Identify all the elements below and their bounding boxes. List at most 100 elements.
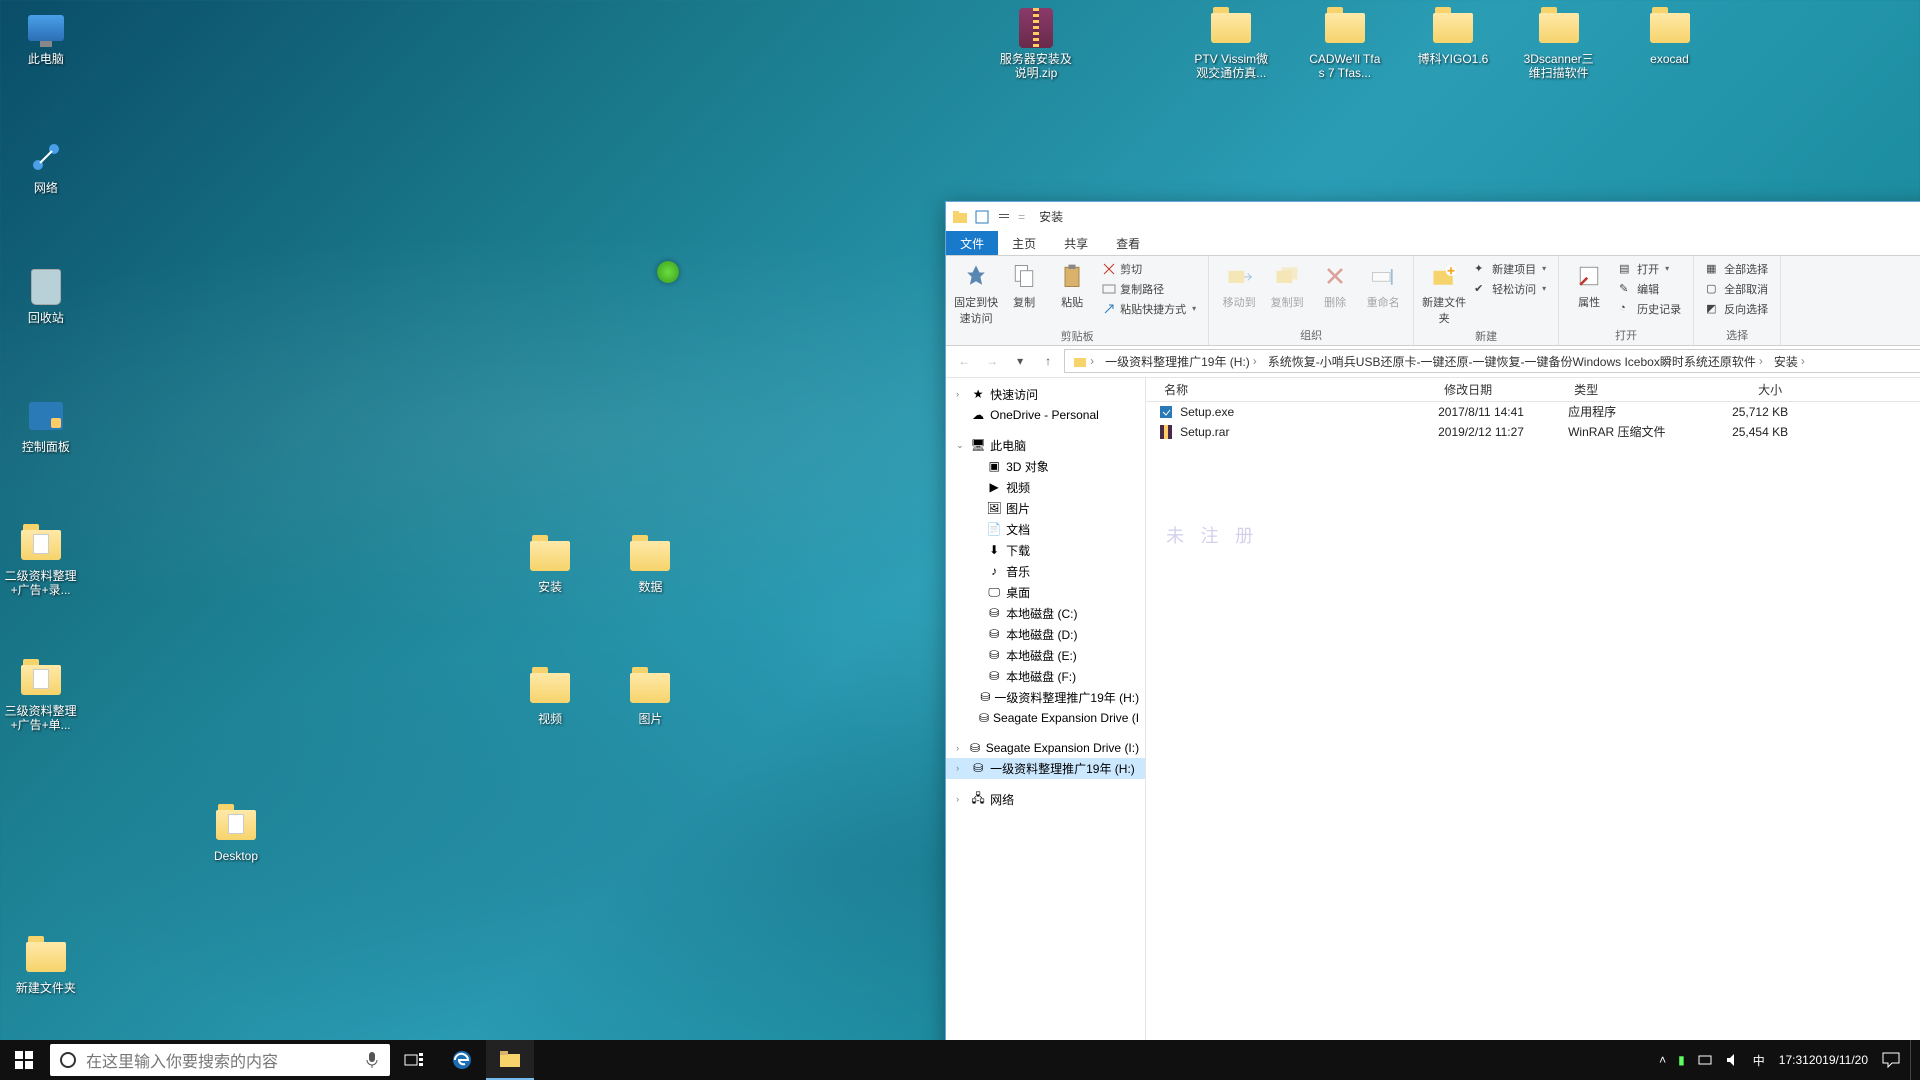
desktop-icon-folder-a[interactable]: 二级资料整理+广告+录... bbox=[3, 525, 79, 597]
desktop-icon-network[interactable]: 网络 bbox=[8, 137, 84, 195]
tray-volume-icon[interactable] bbox=[1719, 1040, 1747, 1080]
desktop-icon-server-zip[interactable]: 服务器安装及说明.zip bbox=[998, 8, 1074, 80]
desktop-icon-scanner3d[interactable]: 3Dscanner三维扫描软件 bbox=[1521, 8, 1597, 80]
nav-item[interactable]: ▶视频 bbox=[946, 477, 1145, 498]
nav-item[interactable]: 🖼图片 bbox=[946, 498, 1145, 519]
breadcrumb-root[interactable]: › bbox=[1069, 354, 1101, 368]
start-button[interactable] bbox=[0, 1040, 48, 1080]
invert-selection-button[interactable]: ◩反向选择 bbox=[1702, 300, 1772, 318]
expand-icon[interactable]: › bbox=[956, 763, 966, 773]
rename-button[interactable]: 重命名 bbox=[1361, 260, 1405, 310]
column-name[interactable]: 名称 bbox=[1158, 381, 1438, 398]
copy-path-button[interactable]: 复制路径 bbox=[1098, 280, 1200, 298]
nav-item[interactable]: ⌄🖥此电脑 bbox=[946, 435, 1145, 456]
task-view-button[interactable] bbox=[390, 1040, 438, 1080]
nav-up-button[interactable]: ↑ bbox=[1036, 349, 1060, 373]
navigation-pane[interactable]: ›★快速访问☁OneDrive - Personal ⌄🖥此电脑▣3D 对象▶视频… bbox=[946, 378, 1146, 1080]
file-list-area[interactable]: 名称 修改日期 类型 大小 Setup.exe2017/8/11 14:41应用… bbox=[1146, 378, 1920, 1080]
nav-item[interactable]: ⛁本地磁盘 (D:) bbox=[946, 624, 1145, 645]
nav-item[interactable]: ›🖧网络 bbox=[946, 789, 1145, 810]
select-none-button[interactable]: ▢全部取消 bbox=[1702, 280, 1772, 298]
desktop-icon-desktop-folder[interactable]: Desktop bbox=[198, 805, 274, 863]
desktop-icon-install-folder[interactable]: 安装 bbox=[512, 536, 588, 594]
desktop-icon-ptv[interactable]: PTV Vissim微观交通仿真... bbox=[1193, 8, 1269, 80]
quick-access-toolbar-icon[interactable] bbox=[974, 209, 990, 225]
tray-overflow-button[interactable]: ˄ bbox=[1653, 1040, 1672, 1080]
easy-access-button[interactable]: ✔轻松访问 bbox=[1470, 280, 1550, 298]
desktop-icon-new-folder[interactable]: 新建文件夹 bbox=[8, 937, 84, 995]
tray-network-icon[interactable] bbox=[1691, 1040, 1719, 1080]
new-folder-button[interactable]: 新建文件夹 bbox=[1422, 260, 1466, 326]
nav-item[interactable]: ›★快速访问 bbox=[946, 384, 1145, 405]
desktop-icon-cadwell[interactable]: CADWe'll Tfas 7 Tfas... bbox=[1307, 8, 1383, 80]
breadcrumb-segment[interactable]: 安装› bbox=[1770, 353, 1812, 370]
desktop-icon-yigo[interactable]: 博科YIGO1.6 bbox=[1415, 8, 1491, 66]
tab-home[interactable]: 主页 bbox=[998, 231, 1050, 255]
nav-item[interactable]: ›⛁一级资料整理推广19年 (H:) bbox=[946, 758, 1145, 779]
expand-icon[interactable]: › bbox=[956, 389, 966, 399]
desktop-icon-data-folder[interactable]: 数据 bbox=[612, 536, 688, 594]
desktop-icon-pic-folder[interactable]: 图片 bbox=[612, 668, 688, 726]
show-desktop-button[interactable] bbox=[1910, 1040, 1916, 1080]
desktop-icon-exocad[interactable]: exocad bbox=[1632, 8, 1708, 66]
nav-item[interactable]: ›⛁Seagate Expansion Drive (I:) bbox=[946, 738, 1145, 758]
column-type[interactable]: 类型 bbox=[1568, 381, 1698, 398]
nav-item[interactable]: ♪音乐 bbox=[946, 561, 1145, 582]
tray-clock[interactable]: 17:31 2019/11/20 bbox=[1771, 1040, 1876, 1080]
qat-dropdown-icon[interactable] bbox=[996, 209, 1012, 225]
edit-button[interactable]: ✎编辑 bbox=[1615, 280, 1685, 298]
tray-app-icon[interactable]: ▮ bbox=[1672, 1040, 1691, 1080]
expand-icon[interactable]: ⌄ bbox=[956, 440, 966, 451]
properties-button[interactable]: 属性 bbox=[1567, 260, 1611, 310]
column-size[interactable]: 大小 bbox=[1698, 381, 1788, 398]
nav-item[interactable]: ⛁本地磁盘 (E:) bbox=[946, 645, 1145, 666]
nav-item[interactable]: 📄文档 bbox=[946, 519, 1145, 540]
paste-button[interactable]: 粘贴 bbox=[1050, 260, 1094, 310]
tab-view[interactable]: 查看 bbox=[1102, 231, 1154, 255]
desktop-icon-control-panel[interactable]: 控制面板 bbox=[8, 396, 84, 454]
desktop-icon-recycle-bin[interactable]: 回收站 bbox=[8, 267, 84, 325]
nav-item[interactable]: ⛁Seagate Expansion Drive (I bbox=[946, 708, 1145, 728]
desktop-icon-this-pc[interactable]: 此电脑 bbox=[8, 8, 84, 66]
desktop-icon-folder-b[interactable]: 三级资料整理+广告+单... bbox=[3, 660, 79, 732]
nav-item[interactable]: ▣3D 对象 bbox=[946, 456, 1145, 477]
expand-icon[interactable]: › bbox=[956, 794, 966, 804]
breadcrumb-bar[interactable]: ›一级资料整理推广19年 (H:)›系统恢复-小哨兵USB还原卡-一键还原-一键… bbox=[1064, 349, 1920, 373]
move-to-button[interactable]: 移动到 bbox=[1217, 260, 1261, 310]
copy-button[interactable]: 复制 bbox=[1002, 260, 1046, 310]
tab-share[interactable]: 共享 bbox=[1050, 231, 1102, 255]
taskbar-explorer-button[interactable] bbox=[486, 1040, 534, 1080]
cut-button[interactable]: 剪切 bbox=[1098, 260, 1200, 278]
file-row[interactable]: Setup.exe2017/8/11 14:41应用程序25,712 KB bbox=[1146, 402, 1920, 422]
delete-button[interactable]: 删除 bbox=[1313, 260, 1357, 310]
nav-item[interactable]: 🖵桌面 bbox=[946, 582, 1145, 603]
desktop-icon-video-folder[interactable]: 视频 bbox=[512, 668, 588, 726]
taskbar-search[interactable]: 在这里输入你要搜索的内容 bbox=[50, 1044, 390, 1076]
paste-shortcut-button[interactable]: 粘贴快捷方式 bbox=[1098, 300, 1200, 318]
new-item-button[interactable]: ✦新建项目 bbox=[1470, 260, 1550, 278]
nav-forward-button[interactable]: → bbox=[980, 349, 1004, 373]
nav-item[interactable]: ⛁一级资料整理推广19年 (H:) bbox=[946, 687, 1145, 708]
nav-recent-dropdown[interactable]: ▾ bbox=[1008, 349, 1032, 373]
open-button[interactable]: ▤打开 bbox=[1615, 260, 1685, 278]
nav-item[interactable]: ⬇下载 bbox=[946, 540, 1145, 561]
file-row[interactable]: Setup.rar2019/2/12 11:27WinRAR 压缩文件25,45… bbox=[1146, 422, 1920, 442]
column-headers[interactable]: 名称 修改日期 类型 大小 bbox=[1146, 378, 1920, 402]
pin-to-quick-access-button[interactable]: 固定到快速访问 bbox=[954, 260, 998, 326]
nav-item[interactable]: ☁OneDrive - Personal bbox=[946, 405, 1145, 425]
tray-ime-indicator[interactable]: 中 bbox=[1747, 1040, 1771, 1080]
tab-file[interactable]: 文件 bbox=[946, 231, 998, 255]
expand-icon[interactable]: › bbox=[956, 743, 964, 753]
nav-item[interactable]: ⛁本地磁盘 (C:) bbox=[946, 603, 1145, 624]
nav-item[interactable]: ⛁本地磁盘 (F:) bbox=[946, 666, 1145, 687]
column-date[interactable]: 修改日期 bbox=[1438, 381, 1568, 398]
breadcrumb-segment[interactable]: 系统恢复-小哨兵USB还原卡-一键还原-一键恢复-一键备份Windows Ice… bbox=[1264, 353, 1770, 370]
breadcrumb-segment[interactable]: 一级资料整理推广19年 (H:)› bbox=[1101, 353, 1264, 370]
window-titlebar[interactable]: = 安装 bbox=[946, 202, 1920, 232]
history-button[interactable]: ◔历史记录 bbox=[1615, 300, 1685, 318]
copy-to-button[interactable]: 复制到 bbox=[1265, 260, 1309, 310]
nav-back-button[interactable]: ← bbox=[952, 349, 976, 373]
action-center-button[interactable] bbox=[1876, 1040, 1906, 1080]
microphone-icon[interactable] bbox=[354, 1051, 390, 1069]
select-all-button[interactable]: ▦全部选择 bbox=[1702, 260, 1772, 278]
